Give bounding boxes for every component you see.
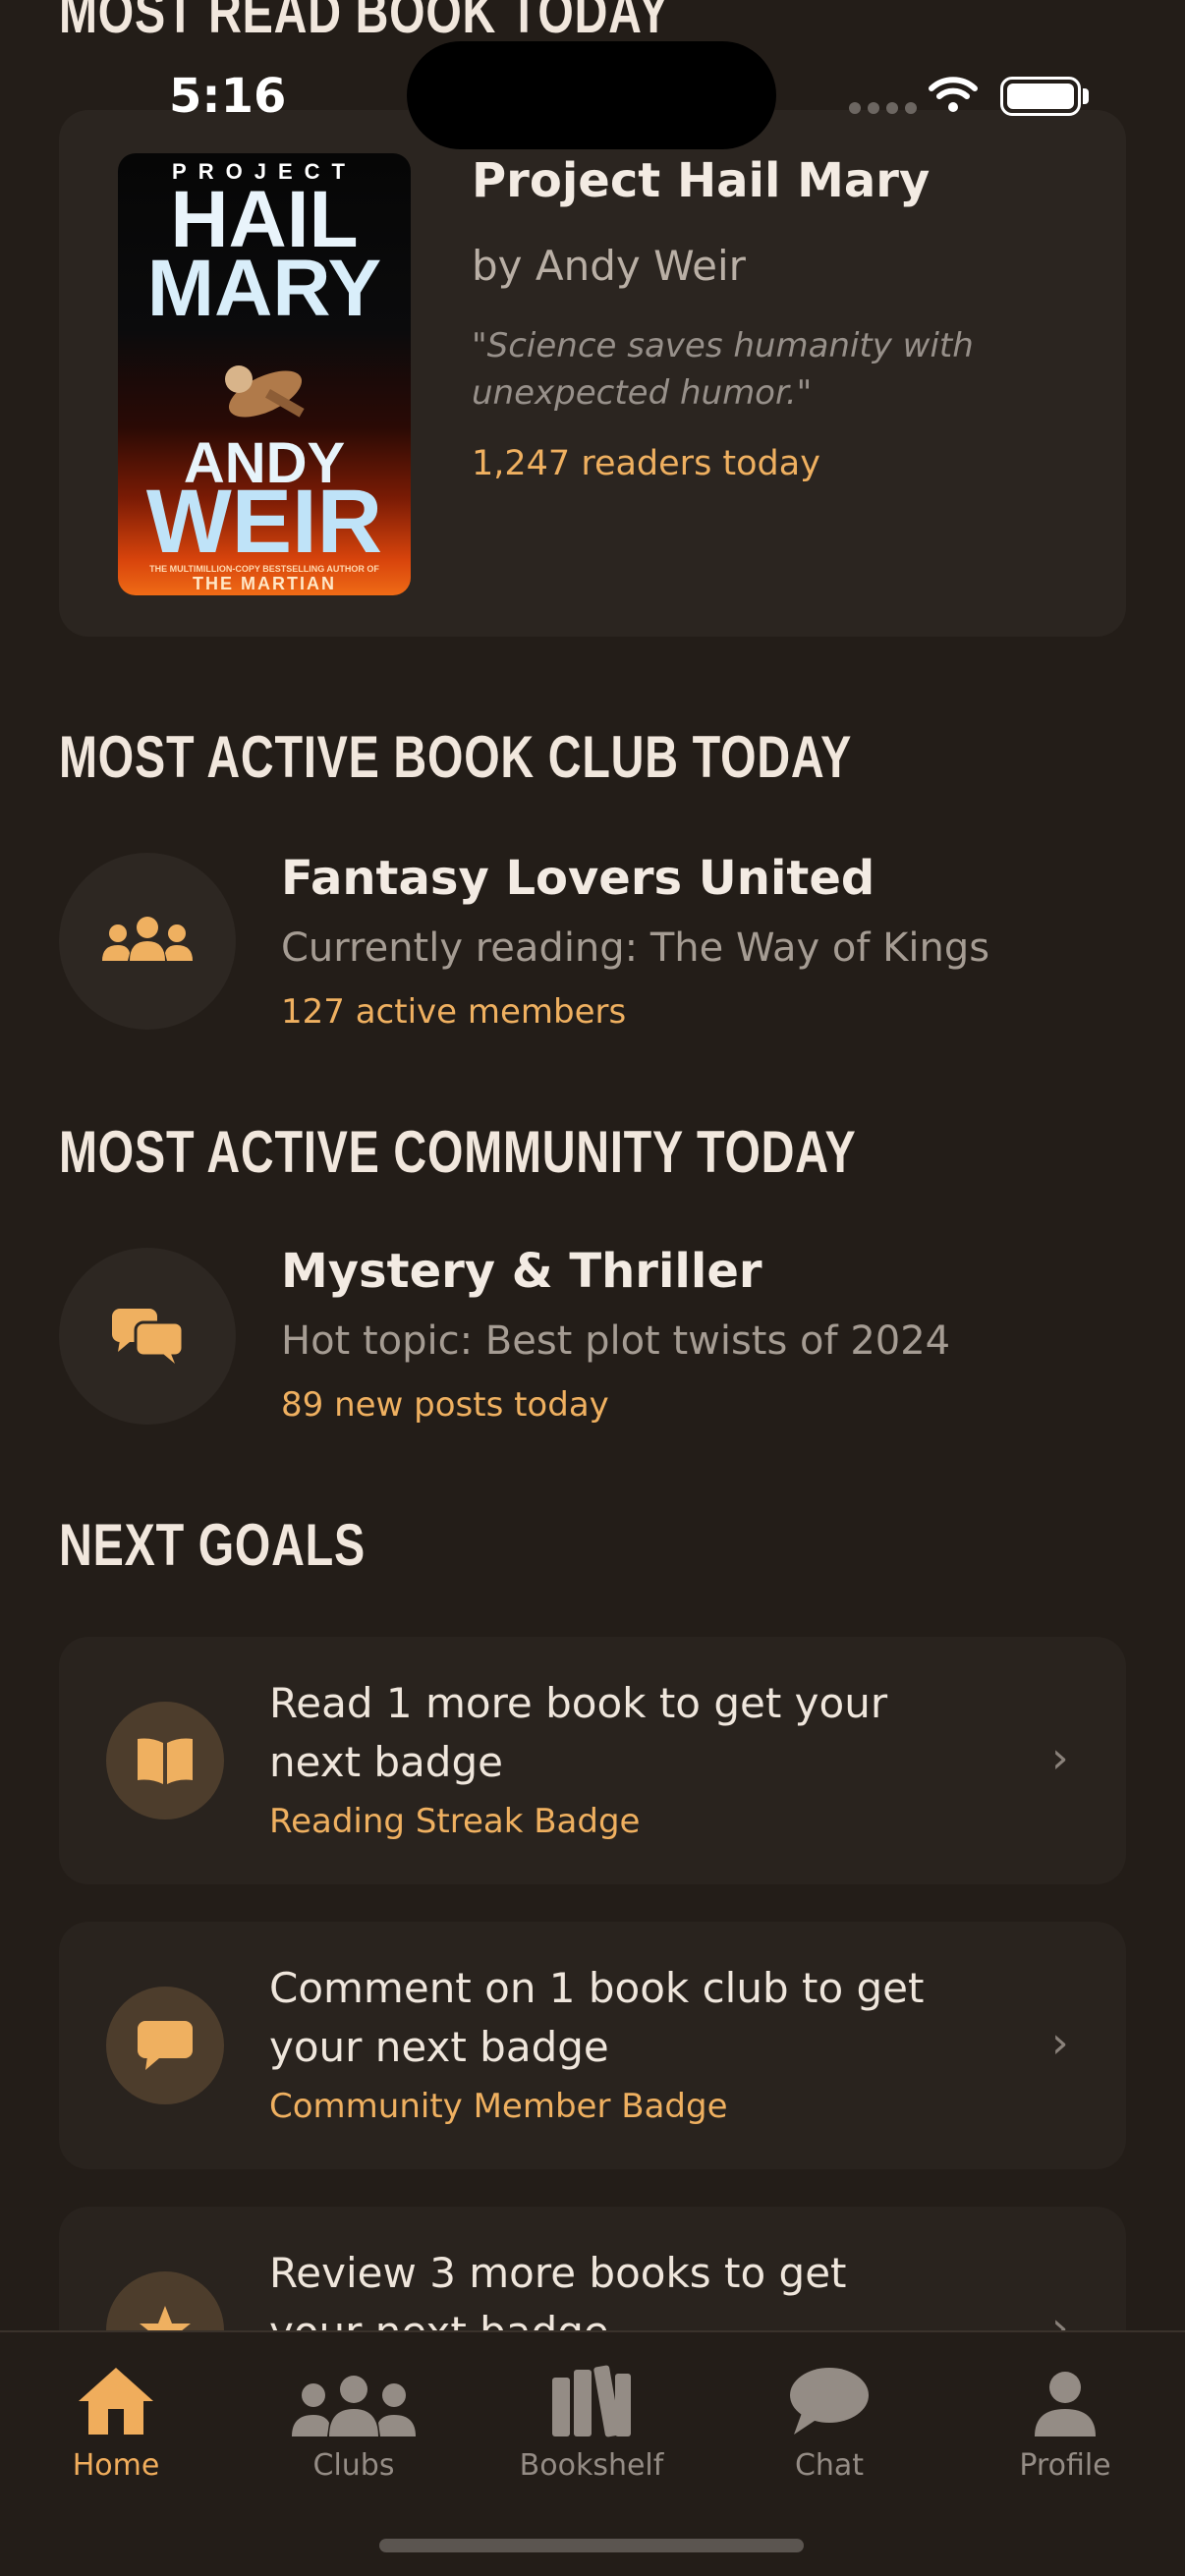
goal-description: Comment on 1 book club to get your next … — [269, 1964, 925, 2071]
cover-martian-text: THE MARTIAN — [193, 574, 336, 593]
open-book-icon — [138, 1738, 193, 1784]
cellular-signal-icon — [849, 102, 917, 114]
book-quote: "Science saves humanity with unexpected … — [472, 326, 974, 413]
cover-tagline: THE MULTIMILLION-COPY BESTSELLING AUTHOR… — [149, 564, 379, 574]
dynamic-island — [407, 41, 776, 149]
profile-icon — [1035, 2372, 1096, 2436]
goal-badge-name: Reading Streak Badge — [269, 1802, 641, 1841]
comment-icon — [138, 2021, 193, 2070]
chat-icon — [790, 2368, 869, 2435]
tab-chat-label: Chat — [794, 2448, 865, 2483]
tab-clubs-label: Clubs — [312, 2448, 395, 2483]
community-name[interactable]: Mystery & Thriller — [281, 1244, 762, 1299]
goal-badge-name: Community Member Badge — [269, 2087, 728, 2126]
chat-bubbles-icon — [112, 1309, 185, 1364]
goal-description: Read 1 more book to get your next badge — [269, 1679, 888, 1786]
book-club-avatar[interactable] — [59, 853, 236, 1030]
home-icon — [79, 2368, 153, 2435]
community-avatar[interactable] — [59, 1248, 236, 1425]
book-club-members: 127 active members — [281, 992, 627, 1032]
tab-home-label: Home — [72, 2448, 160, 2483]
community-section-title: MOST ACTIVE COMMUNITY TODAY — [59, 1119, 857, 1185]
chevron-right-icon: › — [1051, 1733, 1069, 1783]
tab-bookshelf[interactable]: Bookshelf — [493, 2350, 690, 2483]
tab-bookshelf-label: Bookshelf — [519, 2448, 664, 2483]
book-readers-count: 1,247 readers today — [472, 444, 820, 483]
tab-profile[interactable]: Profile — [967, 2350, 1163, 2483]
book-author: by Andy Weir — [472, 242, 746, 290]
tab-profile-label: Profile — [1019, 2448, 1111, 2483]
community-hot-topic: Hot topic: Best plot twists of 2024 — [281, 1318, 951, 1364]
book-club-current-book: Currently reading: The Way of Kings — [281, 925, 990, 971]
battery-tip — [1083, 88, 1089, 104]
book-club-section-title: MOST ACTIVE BOOK CLUB TODAY — [59, 724, 853, 790]
home-indicator — [379, 2539, 804, 2552]
tab-chat[interactable]: Chat — [731, 2350, 928, 2483]
book-cover-image[interactable]: PROJECT HAIL MARY ANDY WEIR THE MULTIMIL… — [118, 153, 411, 595]
tab-clubs[interactable]: Clubs — [255, 2350, 452, 2483]
chevron-right-icon: › — [1051, 2018, 1069, 2068]
cover-mary-text: MARY — [146, 244, 382, 333]
users-icon — [292, 2376, 416, 2436]
goal-icon-container — [106, 1987, 224, 2104]
community-posts: 89 new posts today — [281, 1385, 609, 1425]
book-club-name[interactable]: Fantasy Lovers United — [281, 851, 875, 906]
astronaut-illustration — [225, 365, 305, 418]
book-title: Project Hail Mary — [472, 153, 931, 208]
battery-icon — [1000, 77, 1081, 116]
goal-icon-container — [106, 1702, 224, 1820]
most-read-section-title: MOST READ BOOK TODAY — [59, 0, 670, 45]
cover-weir-text: WEIR — [145, 472, 383, 572]
bookshelf-icon — [552, 2365, 631, 2437]
users-icon — [102, 917, 193, 961]
goals-section-title: NEXT GOALS — [59, 1512, 367, 1578]
tab-home[interactable]: Home — [18, 2350, 214, 2483]
wifi-icon — [929, 77, 978, 112]
status-time: 5:16 — [169, 69, 287, 124]
